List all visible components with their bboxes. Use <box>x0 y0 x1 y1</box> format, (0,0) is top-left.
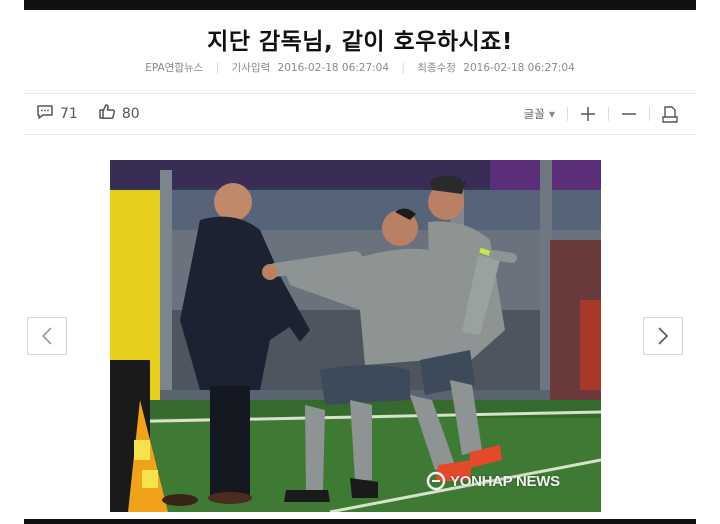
chevron-right-icon <box>658 327 669 345</box>
font-label: 글꼴 <box>523 107 545 121</box>
article-meta: EPA연합뉴스 | 기사입력 2016-02-18 06:27:04 | 최종수… <box>0 60 720 75</box>
published-date: 2016-02-18 06:27:04 <box>277 62 390 74</box>
previous-photo-button[interactable] <box>27 317 67 355</box>
article-title: 지단 감독님, 같이 호우하시죠! <box>207 29 513 55</box>
meta-divider: | <box>401 62 405 74</box>
modified-label: 최종수정 <box>417 62 456 74</box>
thumbs-up-icon[interactable] <box>98 103 116 124</box>
increase-font-button[interactable] <box>568 102 608 126</box>
print-button[interactable] <box>650 102 690 126</box>
published-label: 기사입력 <box>231 62 271 74</box>
divider <box>24 93 696 94</box>
meta-divider: | <box>215 62 220 74</box>
print-icon <box>662 105 678 123</box>
yonhap-logo-icon <box>426 471 446 491</box>
chevron-left-icon <box>41 327 52 345</box>
comment-icon[interactable] <box>36 104 54 124</box>
photo-watermark: YONHAP NEWS <box>426 471 560 491</box>
caret-down-icon: ▼ <box>548 109 555 119</box>
comments-count[interactable]: 71 <box>60 106 78 122</box>
decrease-font-button[interactable] <box>609 102 649 126</box>
article-source: EPA연합뉴스 <box>145 62 204 74</box>
reaction-bar: 71 80 <box>36 103 154 124</box>
article-photo[interactable]: YONHAP NEWS <box>110 160 601 512</box>
top-bar <box>24 0 696 10</box>
bottom-bar <box>24 519 696 524</box>
article-tools: 글꼴 ▼ <box>512 102 690 126</box>
modified-date: 2016-02-18 06:27:04 <box>463 62 575 74</box>
likes-count[interactable]: 80 <box>122 106 140 122</box>
divider <box>24 134 696 135</box>
next-photo-button[interactable] <box>643 317 683 355</box>
minus-icon <box>622 113 636 115</box>
font-select[interactable]: 글꼴 ▼ <box>512 102 567 126</box>
watermark-text: YONHAP NEWS <box>450 472 560 490</box>
plus-icon <box>581 107 595 121</box>
